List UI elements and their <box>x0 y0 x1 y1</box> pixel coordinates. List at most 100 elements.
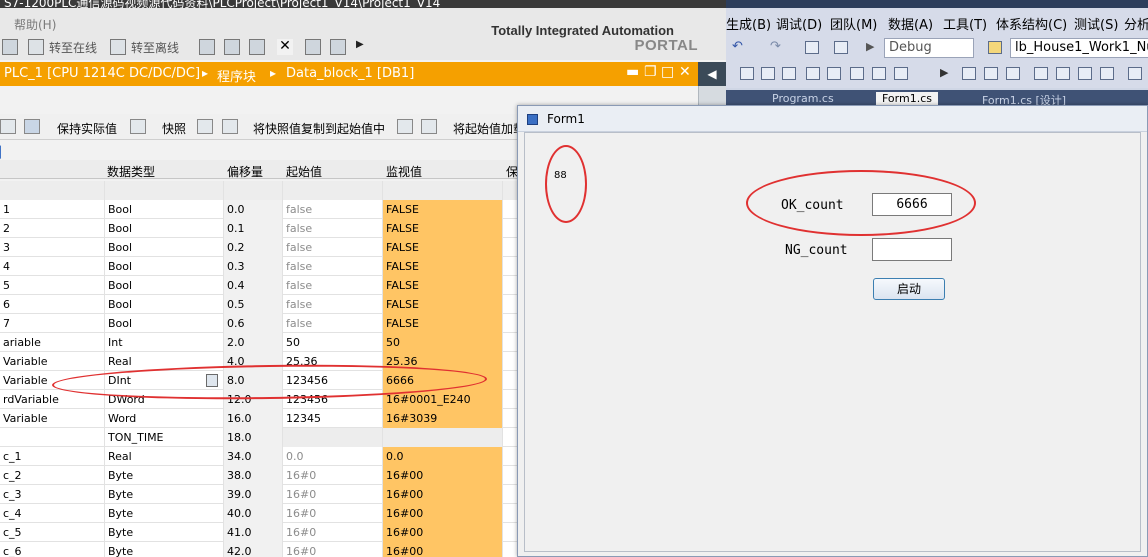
cell-start[interactable]: 12345 <box>282 409 382 428</box>
cell-start[interactable]: 16#0 <box>282 504 382 523</box>
menu-team[interactable]: 团队(M) <box>830 14 877 33</box>
minimize-icon[interactable]: ▬ <box>626 64 639 80</box>
menu-debug[interactable]: 调试(D) <box>776 14 822 33</box>
go-online-button[interactable]: 转至在线 <box>49 39 97 57</box>
col-type[interactable]: 数据类型 <box>107 163 155 180</box>
cell-start[interactable]: false <box>282 238 382 257</box>
breadcrumb-block[interactable]: Data_block_1 [DB1] <box>286 66 414 81</box>
cell-start[interactable]: 25.36 <box>282 352 382 371</box>
step-icon[interactable] <box>1100 67 1114 80</box>
start-button[interactable]: 启动 <box>873 278 945 300</box>
snapshot-button[interactable]: 快照 <box>162 120 186 137</box>
start-simulation-icon[interactable] <box>224 39 240 55</box>
col-offset[interactable]: 偏移量 <box>227 163 263 180</box>
find-combo[interactable]: lb_House1_Work1_Num <box>1010 38 1148 58</box>
cell-start[interactable]: 123456 <box>282 390 382 409</box>
save-project-icon[interactable] <box>2 39 18 55</box>
step-icon[interactable] <box>1056 67 1070 80</box>
task-card-collapse-icon[interactable]: ◀ <box>698 62 726 86</box>
edit-value-icon[interactable] <box>206 374 218 387</box>
play-icon[interactable]: ▶ <box>940 66 948 79</box>
cell-monitor[interactable]: FALSE <box>382 238 502 257</box>
cell-start[interactable]: 0.0 <box>282 447 382 466</box>
redo-icon[interactable]: ↷ <box>770 39 781 54</box>
cell-monitor[interactable]: 25.36 <box>382 352 502 371</box>
cell-monitor[interactable]: 6666 <box>382 371 502 390</box>
split-vertical-icon[interactable] <box>330 39 346 55</box>
cell-start[interactable]: false <box>282 276 382 295</box>
undo-icon[interactable]: ↶ <box>732 39 743 54</box>
go-offline-button[interactable]: 转至离线 <box>131 39 179 57</box>
cell-monitor[interactable]: FALSE <box>382 257 502 276</box>
cell-monitor[interactable]: 16#00 <box>382 466 502 485</box>
ng-count-textbox[interactable] <box>872 238 952 261</box>
cell-monitor[interactable]: 16#0001_E240 <box>382 390 502 409</box>
play-icon[interactable]: ▶ <box>866 40 874 53</box>
col-monitor[interactable]: 监视值 <box>386 163 422 180</box>
config-select[interactable]: Debug <box>884 38 974 58</box>
align-icon[interactable] <box>806 67 820 80</box>
menu-help[interactable]: 帮助(H) <box>14 16 56 33</box>
align-icon[interactable] <box>850 67 864 80</box>
restart-icon[interactable] <box>1006 67 1020 80</box>
list-view-icon[interactable] <box>0 119 16 134</box>
step-icon[interactable] <box>1034 67 1048 80</box>
cell-start[interactable]: 50 <box>282 333 382 352</box>
cell-monitor[interactable]: 16#00 <box>382 485 502 504</box>
restore-icon[interactable]: ❐ <box>644 64 657 80</box>
cell-start[interactable]: 16#0 <box>282 542 382 557</box>
cell-monitor[interactable]: 0.0 <box>382 447 502 466</box>
breadcrumb-device[interactable]: PLC_1 [CPU 1214C DC/DC/DC] <box>4 66 200 81</box>
menu-analyze[interactable]: 分析 <box>1124 14 1148 33</box>
snapshot-load-icon[interactable] <box>197 119 213 134</box>
accessible-devices-icon[interactable] <box>199 39 215 55</box>
tab-program[interactable]: Program.cs <box>766 92 840 106</box>
menu-architecture[interactable]: 体系结构(C) <box>996 14 1067 33</box>
cell-monitor[interactable]: 16#00 <box>382 504 502 523</box>
cell-monitor[interactable]: FALSE <box>382 295 502 314</box>
cell-start[interactable]: 16#0 <box>282 485 382 504</box>
pause-icon[interactable] <box>962 67 976 80</box>
go-offline-icon[interactable] <box>110 39 126 55</box>
tab-form1-code[interactable]: Form1.cs <box>876 92 938 106</box>
cell-start[interactable]: false <box>282 219 382 238</box>
menu-data[interactable]: 数据(A) <box>888 14 933 33</box>
cell-monitor[interactable] <box>382 428 502 447</box>
cell-monitor[interactable]: 16#00 <box>382 542 502 557</box>
cell-monitor[interactable]: FALSE <box>382 219 502 238</box>
cell-start[interactable] <box>282 428 382 447</box>
split-horizontal-icon[interactable] <box>305 39 321 55</box>
cell-monitor[interactable]: 16#00 <box>382 523 502 542</box>
cell-monitor[interactable]: FALSE <box>382 314 502 333</box>
stop-icon[interactable] <box>984 67 998 80</box>
navigate-icon[interactable] <box>805 41 819 54</box>
load-start-values-button[interactable]: 将起始值加载 <box>453 120 525 137</box>
cell-monitor[interactable]: 50 <box>382 333 502 352</box>
cell-monitor[interactable]: FALSE <box>382 276 502 295</box>
cell-start[interactable] <box>282 181 382 200</box>
col-start[interactable]: 起始值 <box>286 163 322 180</box>
cell-monitor[interactable] <box>382 181 502 200</box>
search-icon[interactable] <box>1128 67 1142 80</box>
ok-count-textbox[interactable]: 6666 <box>872 193 952 216</box>
cell-start[interactable]: false <box>282 314 382 333</box>
go-online-icon[interactable] <box>28 39 44 55</box>
cell-start[interactable]: 16#0 <box>282 523 382 542</box>
align-icon[interactable] <box>872 67 886 80</box>
cell-start[interactable]: false <box>282 200 382 219</box>
copy-icon[interactable] <box>397 119 413 134</box>
cell-start[interactable]: false <box>282 257 382 276</box>
align-icon[interactable] <box>740 67 754 80</box>
close-icon[interactable]: ✕ <box>277 39 293 55</box>
snapshot-save-icon[interactable] <box>222 119 238 134</box>
cell-monitor[interactable]: FALSE <box>382 200 502 219</box>
menu-test[interactable]: 测试(S) <box>1074 14 1118 33</box>
keep-actual-values-button[interactable]: 保持实际值 <box>57 120 117 137</box>
cell-monitor[interactable]: 16#3039 <box>382 409 502 428</box>
tab-form1-design[interactable]: Form1.cs [设计] <box>976 92 1072 107</box>
cross-reference-icon[interactable] <box>249 39 265 55</box>
monitor-all-icon[interactable] <box>24 119 40 134</box>
maximize-icon[interactable]: □ <box>661 64 674 80</box>
cell-start[interactable]: 123456 <box>282 371 382 390</box>
cell-start[interactable]: false <box>282 295 382 314</box>
